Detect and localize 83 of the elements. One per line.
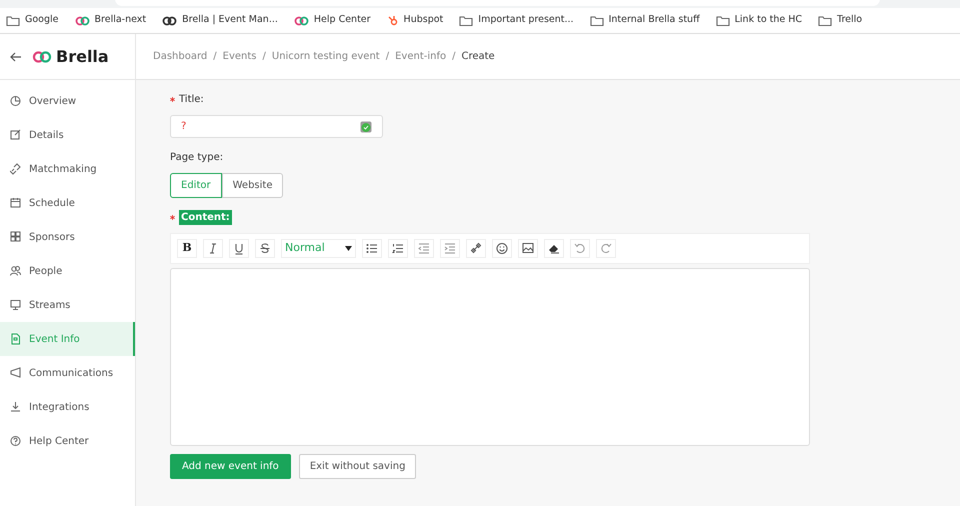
exit-button[interactable]: Exit without saving: [298, 454, 416, 479]
highlighted-label: Content:: [179, 210, 232, 225]
breadcrumb-separator: /: [213, 50, 217, 64]
eraser-icon: [548, 242, 560, 255]
image-icon: [522, 242, 534, 255]
required-asterisk-icon: [170, 215, 175, 220]
pie-chart-icon: [10, 95, 21, 107]
link-icon: [470, 242, 482, 255]
download-icon: [10, 401, 21, 413]
brand-name: Brella: [56, 46, 109, 68]
edit-icon: [10, 129, 21, 141]
title-field[interactable]: ?: [170, 115, 383, 138]
sidebar-item[interactable]: Schedule: [0, 186, 135, 220]
toolbar-button[interactable]: [388, 239, 408, 258]
rings-icon: [74, 14, 90, 26]
help-icon: [10, 435, 21, 447]
toolbar-button[interactable]: [203, 239, 223, 258]
italic-icon: [207, 242, 219, 255]
check-badge-icon: [360, 120, 372, 132]
sidebar-item[interactable]: Overview: [0, 84, 135, 118]
indent-icon: [444, 242, 456, 255]
sidebar-item[interactable]: Help Center: [0, 424, 135, 458]
bookmark-link[interactable]: Brella | Event Man...: [182, 13, 278, 28]
redo-icon: [600, 242, 612, 255]
toolbar-button[interactable]: [544, 239, 564, 258]
breadcrumb-link[interactable]: Event-info: [395, 49, 446, 64]
breadcrumb-separator: /: [452, 50, 456, 64]
calendar-icon: [10, 197, 21, 209]
toolbar-button[interactable]: [518, 239, 538, 258]
sidebar-item[interactable]: Integrations: [0, 390, 135, 424]
bookmark-link[interactable]: Hubspot: [404, 13, 444, 28]
rings-icon: [162, 14, 178, 26]
breadcrumb-link[interactable]: Dashboard: [153, 49, 208, 64]
required-asterisk-icon: [170, 97, 175, 102]
rings-icon: [294, 14, 309, 26]
breadcrumb-separator: /: [262, 50, 266, 64]
document-icon: [10, 333, 21, 345]
breadcrumb-link[interactable]: Events: [222, 49, 256, 64]
folder-icon: [818, 15, 832, 26]
bookmark-link[interactable]: Link to the HC: [734, 13, 802, 28]
smiley-icon: [496, 242, 508, 255]
monitor-icon: [10, 299, 21, 311]
grid-icon: [10, 231, 21, 243]
toolbar-button[interactable]: [466, 239, 486, 258]
megaphone-icon: [10, 367, 21, 379]
toolbar-button[interactable]: [229, 239, 249, 258]
caret-icon: [345, 246, 352, 251]
outdent-icon: [418, 242, 430, 255]
sidebar-item[interactable]: Sponsors: [0, 220, 135, 254]
folder-icon: [6, 15, 20, 26]
folder-icon: [716, 15, 730, 26]
bullet-list-icon: [366, 242, 378, 255]
field-label: Page type:: [170, 151, 224, 165]
bookmark-link[interactable]: Brella-next: [94, 13, 146, 28]
sidebar-item[interactable]: Matchmaking: [0, 152, 135, 186]
bookmark-link[interactable]: Trello: [837, 13, 862, 28]
sidebar-item[interactable]: Communications: [0, 356, 135, 390]
folder-icon: [590, 15, 604, 26]
page-type-toggle[interactable]: Website: [222, 173, 284, 198]
logo-rings-icon: [32, 50, 52, 64]
toolbar-button[interactable]: [492, 239, 512, 258]
bookmark-link[interactable]: Important present...: [478, 13, 574, 28]
back-arrow-icon[interactable]: [10, 52, 22, 62]
link-icon: [10, 163, 21, 175]
folder-icon: [459, 15, 474, 26]
bookmark-link[interactable]: Help Center: [314, 13, 371, 28]
undo-icon: [574, 242, 586, 255]
sidebar-item[interactable]: Details: [0, 118, 135, 152]
breadcrumb-separator: /: [386, 50, 390, 64]
field-label: Title:: [179, 93, 204, 107]
sidebar-item[interactable]: People: [0, 254, 135, 288]
bookmark-link[interactable]: Internal Brella stuff: [608, 13, 700, 28]
sidebar-item[interactable]: Streams: [0, 288, 135, 322]
toolbar-button[interactable]: [362, 239, 382, 258]
people-icon: [10, 265, 21, 277]
breadcrumb-link[interactable]: Unicorn testing event: [272, 49, 380, 64]
numbered-list-icon: [392, 242, 404, 255]
underline-icon: [233, 242, 245, 255]
sprocket-icon: [386, 14, 399, 26]
bold-button[interactable]: B: [177, 239, 197, 258]
bookmark-link[interactable]: Google: [25, 13, 59, 28]
strikethrough-icon: [259, 242, 271, 255]
toolbar-button[interactable]: [255, 239, 275, 258]
